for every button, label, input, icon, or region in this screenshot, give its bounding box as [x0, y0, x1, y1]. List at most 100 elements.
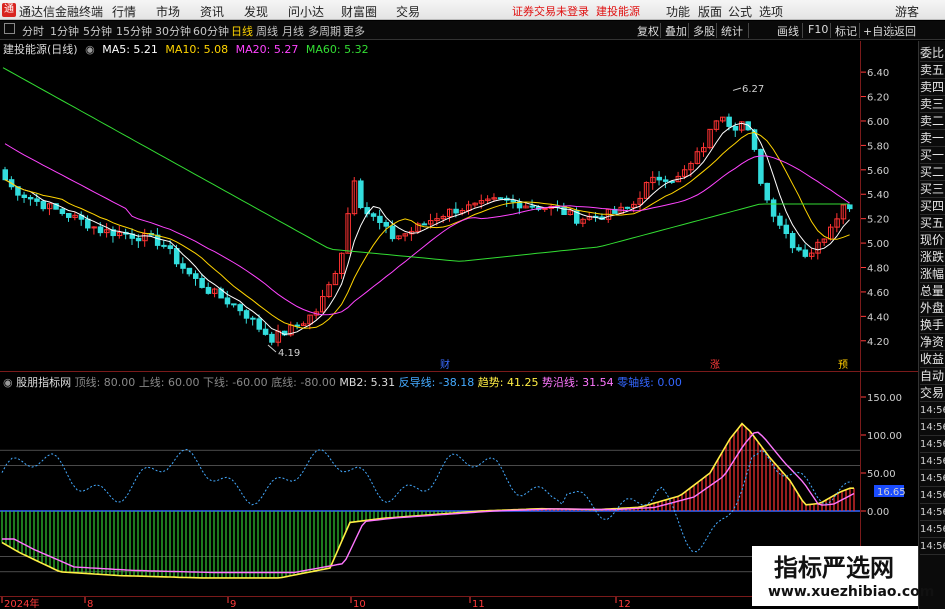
- sidebar-item[interactable]: 交易: [920, 385, 945, 402]
- indicator-tick-label: 50.00: [867, 469, 896, 480]
- sidebar-item: 委比: [920, 46, 945, 62]
- candle-body: [199, 277, 205, 288]
- candle-body: [186, 267, 193, 275]
- price-tick-label: 5.60: [867, 166, 889, 177]
- price-tick-label: 6.20: [867, 93, 889, 104]
- x-tick-label: 9: [230, 599, 236, 609]
- candle-body: [624, 206, 631, 209]
- candle-body: [262, 328, 269, 335]
- candle-body: [796, 247, 802, 251]
- sidebar-item: 现价: [920, 233, 945, 249]
- candle-body: [453, 208, 459, 214]
- price-tick-label: 5.00: [867, 239, 889, 250]
- indicator-tick-label: 150.00: [867, 393, 902, 404]
- candle-body: [358, 180, 364, 209]
- watermark-url: www.xuezhibiao.com: [768, 584, 935, 600]
- candle-body: [802, 249, 809, 257]
- sidebar-item: 14:56: [920, 402, 945, 419]
- candle-body: [847, 204, 853, 210]
- watermark: 指标严选网 www.xuezhibiao.com: [752, 546, 934, 606]
- candle-body: [154, 234, 161, 246]
- indicator-tick-label: 0.00: [867, 507, 889, 518]
- ma60-line: [2, 67, 849, 262]
- low-price-label: 4.19: [278, 348, 300, 359]
- candle-body: [497, 197, 504, 200]
- candle-body: [726, 116, 732, 127]
- candle-body: [764, 182, 770, 201]
- chart-canvas[interactable]: 6.27 4.19 财 涨 预 6.40 6.20 6.00 5.80 5.60 5.40 5.20…: [0, 0, 918, 609]
- candle-body: [269, 333, 275, 343]
- candle-body: [777, 215, 783, 226]
- candle-body: [377, 215, 383, 223]
- sidebar-item: 卖一: [920, 131, 945, 147]
- sidebar-item: 14:56: [920, 453, 945, 470]
- sidebar-item: 14:56: [920, 487, 945, 504]
- candle-body: [542, 207, 548, 210]
- candle-body: [770, 199, 777, 217]
- candle-body: [59, 208, 66, 214]
- high-price-label: 6.27: [742, 84, 764, 95]
- candle-body: [27, 197, 34, 200]
- price-tick-label: 6.00: [867, 117, 889, 128]
- quote-sidebar: 委比 卖五 卖四 卖三 卖二 卖一 买一 买二 买三 买四 买五 现价 涨跌 涨幅 总量 外盘 换手 净资 收益 自动…: [918, 41, 945, 609]
- sidebar-item: 买五: [920, 216, 945, 232]
- price-tick-label: 6.40: [867, 68, 889, 79]
- candle-body: [758, 148, 764, 184]
- sidebar-item: 净资: [920, 335, 945, 351]
- sidebar-item: 14:56: [920, 538, 945, 555]
- candle-body: [161, 244, 167, 247]
- candle-body: [732, 125, 739, 131]
- sidebar-item: 卖二: [920, 114, 945, 130]
- candle-body: [224, 297, 231, 305]
- current-value-label: 16.65: [877, 487, 906, 498]
- sidebar-item: 外盘: [920, 301, 945, 317]
- sidebar-item: 涨跌: [920, 250, 945, 266]
- candle-body: [529, 205, 536, 208]
- price-tick-label: 5.80: [867, 141, 889, 152]
- candle-body: [34, 198, 40, 202]
- candle-body: [237, 304, 243, 312]
- sidebar-item: 买四: [920, 199, 945, 215]
- sidebar-item: 14:56: [920, 436, 945, 453]
- candle-body: [173, 248, 180, 265]
- candle-body: [421, 223, 428, 226]
- candle-body: [66, 212, 72, 218]
- price-tick-label: 4.80: [867, 264, 889, 275]
- sidebar-item: 14:56: [920, 470, 945, 487]
- price-tick-label: 4.40: [867, 312, 889, 323]
- watermark-title: 指标严选网: [774, 554, 894, 582]
- sidebar-item: 收益: [920, 352, 945, 368]
- candle-body: [370, 213, 377, 217]
- candle-body: [231, 303, 237, 306]
- x-tick-label: 2024年: [4, 597, 39, 609]
- sidebar-item: 14:56: [920, 504, 945, 521]
- candle-body: [40, 200, 47, 210]
- sidebar-item: 总量: [920, 284, 945, 300]
- sidebar-item[interactable]: 自动: [920, 368, 945, 385]
- low-price-pointer: [267, 344, 277, 353]
- candle-body: [250, 317, 256, 320]
- price-tick-label: 4.60: [867, 288, 889, 299]
- x-tick-label: 10: [353, 599, 366, 609]
- candle-body: [389, 225, 396, 240]
- sidebar-item: 卖四: [920, 80, 945, 96]
- candlestick-pane: 6.27 4.19 财 涨 预: [2, 67, 853, 371]
- candle-body: [167, 245, 174, 250]
- candle-body: [180, 263, 186, 269]
- candle-body: [783, 224, 790, 235]
- indicator-pane: [0, 422, 860, 579]
- candle-body: [789, 233, 796, 249]
- candle-body: [85, 218, 91, 229]
- candle-body: [383, 221, 389, 227]
- candle-body: [2, 169, 8, 181]
- price-tick-label: 5.40: [867, 190, 889, 201]
- price-tick-label: 5.20: [867, 215, 889, 226]
- event-marker: 涨: [710, 359, 720, 371]
- sidebar-item: 换手: [920, 318, 945, 334]
- candle-body: [21, 194, 28, 199]
- x-tick-label: 8: [87, 599, 93, 609]
- x-tick-label: 11: [472, 599, 485, 609]
- event-marker: 预: [838, 359, 848, 371]
- candle-body: [256, 318, 262, 330]
- candle-body: [294, 324, 301, 327]
